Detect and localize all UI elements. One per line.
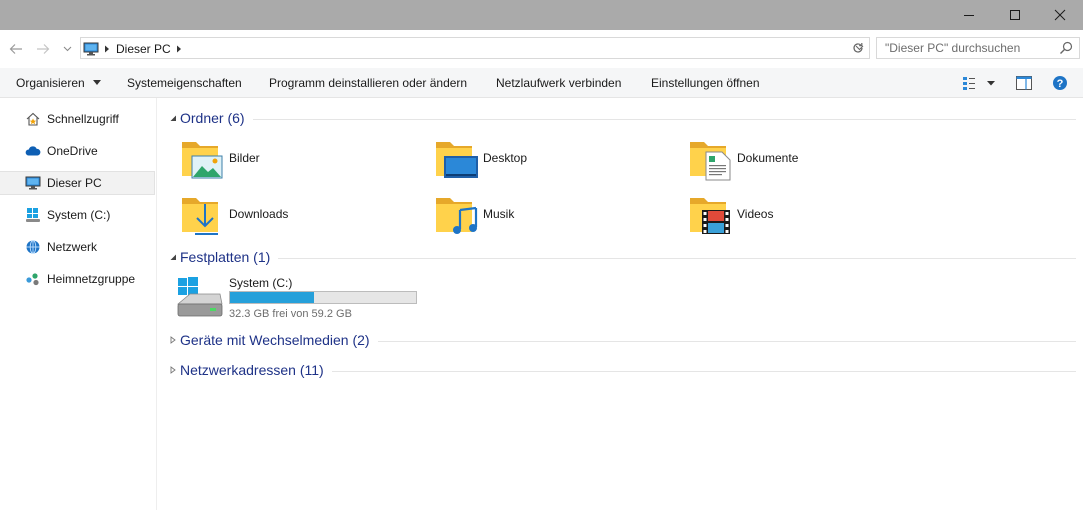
maximize-button[interactable] [992, 0, 1038, 30]
help-button[interactable]: ? [1052, 75, 1068, 94]
group-divider [252, 118, 1076, 120]
nav-item-quick-access[interactable]: Schnellzugriff [0, 107, 155, 131]
group-title: Festplatten (1) [180, 249, 271, 265]
group-divider [278, 257, 1076, 259]
nav-label: Netzwerk [47, 240, 98, 254]
nav-item-onedrive[interactable]: OneDrive [0, 139, 155, 163]
uninstall-program-button[interactable]: Programm deinstallieren oder ändern [269, 68, 467, 98]
onedrive-icon [25, 146, 41, 156]
open-settings-button[interactable]: Einstellungen öffnen [651, 68, 760, 98]
preview-pane-icon [1016, 76, 1032, 90]
dropdown-arrow-icon [93, 80, 102, 85]
preview-pane-button[interactable] [1016, 75, 1032, 94]
music-folder-icon [436, 198, 478, 234]
folder-tile-downloads[interactable]: Downloads [178, 189, 428, 239]
arrow-left-icon [9, 44, 22, 54]
drive-usage-fill [230, 292, 315, 303]
drive-name: System (C:) [229, 276, 293, 290]
folder-label: Dokumente [737, 151, 799, 165]
address-bar[interactable]: Dieser PC [80, 37, 870, 59]
back-button[interactable] [6, 40, 26, 58]
chevron-right-icon [170, 336, 176, 344]
nav-label: System (C:) [47, 208, 111, 222]
chevron-right-icon [170, 366, 176, 374]
nav-label: Schnellzugriff [47, 112, 119, 126]
folder-label: Bilder [229, 151, 260, 165]
chevron-down-icon [170, 254, 176, 260]
navigation-pane: Schnellzugriff OneDrive Dieser PC System… [0, 98, 157, 510]
view-details-icon [963, 77, 995, 90]
videos-folder-icon [690, 198, 730, 234]
documents-folder-icon [690, 142, 731, 181]
chevron-down-icon [63, 46, 71, 52]
command-bar: Organisieren Systemeigenschaften Program… [0, 68, 1083, 98]
folder-label: Downloads [229, 207, 289, 221]
folder-tile-videos[interactable]: Videos [686, 189, 936, 239]
change-view-button[interactable] [962, 75, 996, 94]
this-pc-icon [25, 176, 41, 190]
group-header-folders[interactable]: Ordner (6) [166, 108, 1076, 128]
group-header-removable[interactable]: Geräte mit Wechselmedien (2) [166, 330, 1076, 350]
folder-label: Musik [483, 207, 515, 221]
nav-item-this-pc[interactable]: Dieser PC [0, 171, 155, 195]
nav-item-system-drive[interactable]: System (C:) [0, 203, 155, 227]
nav-label: Dieser PC [47, 176, 102, 190]
folder-tile-documents[interactable]: Dokumente [686, 133, 936, 183]
folder-label: Videos [737, 207, 774, 221]
breadcrumb-this-pc[interactable]: Dieser PC [116, 42, 171, 56]
folder-label: Desktop [483, 151, 528, 165]
organize-button[interactable]: Organisieren [16, 68, 102, 98]
search-input[interactable] [877, 38, 1053, 58]
group-title: Geräte mit Wechselmedien (2) [180, 332, 370, 348]
this-pc-icon [83, 42, 99, 56]
group-title: Ordner (6) [180, 110, 245, 126]
refresh-button[interactable] [846, 37, 870, 59]
group-divider [377, 340, 1076, 342]
folder-tile-music[interactable]: Musik [432, 189, 682, 239]
homegroup-icon [26, 273, 39, 286]
search-box[interactable] [876, 37, 1080, 59]
help-icon: ? [1053, 76, 1067, 90]
title-bar [0, 0, 1083, 30]
nav-item-network[interactable]: Netzwerk [0, 235, 155, 259]
nav-label: Heimnetzgruppe [47, 272, 136, 286]
search-icon[interactable] [1059, 41, 1073, 55]
maximize-icon [1010, 10, 1020, 20]
chevron-right-icon[interactable] [176, 45, 182, 53]
pictures-folder-icon [182, 142, 223, 179]
group-title: Netzwerkadressen (11) [180, 362, 324, 378]
windows-drive-icon [176, 277, 223, 317]
drive-usage-bar [229, 291, 417, 304]
quick-access-icon [26, 112, 40, 126]
address-row: Dieser PC [0, 30, 1083, 68]
minimize-button[interactable] [946, 0, 992, 30]
system-properties-button[interactable]: Systemeigenschaften [127, 68, 242, 98]
close-icon [1054, 9, 1066, 21]
nav-label: OneDrive [47, 144, 98, 158]
chevron-right-icon [105, 45, 109, 53]
group-divider [331, 370, 1076, 372]
organize-label: Organisieren [16, 76, 85, 90]
folder-tile-desktop[interactable]: Desktop [432, 133, 682, 183]
refresh-icon [852, 43, 863, 53]
drive-free-space: 32.3 GB frei von 59.2 GB [229, 308, 352, 320]
content-area: Ordner (6) Bilder Desktop Dokumente Down… [158, 98, 1083, 510]
network-icon [26, 240, 40, 254]
close-button[interactable] [1037, 0, 1083, 30]
arrow-right-icon [37, 44, 50, 54]
nav-item-homegroup[interactable]: Heimnetzgruppe [0, 267, 155, 291]
windows-drive-icon [26, 208, 40, 222]
desktop-folder-icon [436, 142, 478, 178]
folder-tile-pictures[interactable]: Bilder [178, 133, 428, 183]
recent-locations-button[interactable] [60, 40, 74, 58]
group-header-drives[interactable]: Festplatten (1) [166, 247, 1076, 267]
chevron-down-icon [170, 115, 176, 121]
map-network-drive-button[interactable]: Netzlaufwerk verbinden [496, 68, 621, 98]
group-header-network[interactable]: Netzwerkadressen (11) [166, 360, 1076, 380]
downloads-folder-icon [182, 198, 218, 235]
forward-button[interactable] [33, 40, 53, 58]
svg-text:?: ? [1057, 78, 1064, 90]
drive-tile-system-c[interactable]: System (C:) 32.3 GB frei von 59.2 GB [176, 274, 436, 324]
minimize-icon [964, 15, 974, 16]
